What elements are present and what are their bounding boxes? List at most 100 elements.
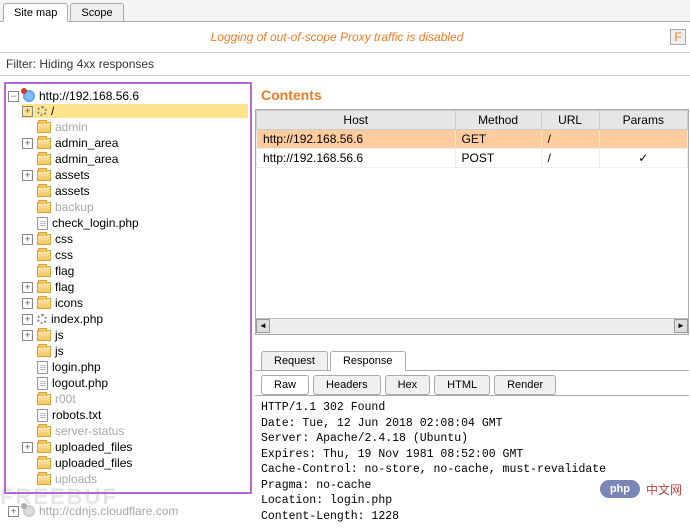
tree-item-robots[interactable]: robots.txt	[22, 408, 248, 422]
col-params[interactable]: Params	[599, 111, 687, 130]
tree-item-index[interactable]: + index.php	[22, 312, 248, 326]
folder-icon	[37, 330, 51, 341]
col-host[interactable]: Host	[257, 111, 456, 130]
tree-label: flag	[55, 280, 74, 294]
table-row[interactable]: http://192.168.56.6 POST / ✓	[257, 149, 688, 168]
tree-label: css	[55, 232, 73, 246]
folder-icon	[37, 474, 51, 485]
expand-handle-icon[interactable]: +	[22, 314, 33, 325]
contents-table[interactable]: Host Method URL Params http://192.168.56…	[256, 110, 688, 168]
tree-item-uploads[interactable]: uploads	[22, 472, 248, 486]
tree-item-flag[interactable]: flag	[22, 264, 248, 278]
contents-table-wrap: Host Method URL Params http://192.168.56…	[255, 109, 689, 335]
tab-raw[interactable]: Raw	[261, 375, 309, 395]
folder-icon	[37, 282, 51, 293]
tree-item-logout[interactable]: logout.php	[22, 376, 248, 390]
tree-item-r00t[interactable]: r00t	[22, 392, 248, 406]
tab-request[interactable]: Request	[261, 351, 328, 370]
tree-item-admin-area2[interactable]: admin_area	[22, 152, 248, 166]
tree-label: uploads	[55, 472, 97, 486]
expand-handle-icon[interactable]: +	[8, 506, 19, 517]
expand-handle-icon[interactable]: +	[22, 170, 33, 181]
proxy-message-text: Logging of out-of-scope Proxy traffic is…	[211, 30, 464, 44]
php-badge: php 中文网	[600, 480, 682, 498]
tab-sitemap[interactable]: Site map	[3, 3, 68, 22]
tree-item-icons[interactable]: +icons	[22, 296, 248, 310]
tree-item-js2[interactable]: js	[22, 344, 248, 358]
tab-hex[interactable]: Hex	[385, 375, 431, 395]
response-text[interactable]: HTTP/1.1 302 Found Date: Tue, 12 Jun 201…	[255, 396, 689, 528]
globe-icon	[23, 90, 35, 102]
folder-icon	[37, 266, 51, 277]
message-bar: Logging of out-of-scope Proxy traffic is…	[0, 22, 690, 53]
tree-item-assets2[interactable]: assets	[22, 184, 248, 198]
tree-item-uploaded-files[interactable]: +uploaded_files	[22, 440, 248, 454]
tree-label: css	[55, 248, 73, 262]
tree-item-js[interactable]: + js	[22, 328, 248, 342]
folder-icon	[37, 346, 51, 357]
folder-icon	[37, 426, 51, 437]
filter-bar[interactable]: Filter: Hiding 4xx responses	[0, 53, 690, 76]
tab-response[interactable]: Response	[330, 351, 406, 371]
expand-handle-icon[interactable]: +	[22, 234, 33, 245]
tree-item-css2[interactable]: css	[22, 248, 248, 262]
folder-icon	[37, 122, 51, 133]
tree-item-uploaded-files2[interactable]: uploaded_files	[22, 456, 248, 470]
folder-icon	[37, 138, 51, 149]
horizontal-scrollbar[interactable]: ◄ ►	[256, 318, 688, 334]
contents-header: Contents	[255, 84, 689, 109]
tab-scope[interactable]: Scope	[70, 3, 123, 21]
tree-item-css[interactable]: + css	[22, 232, 248, 246]
folder-icon	[37, 458, 51, 469]
gear-icon	[37, 106, 47, 116]
cell-method: GET	[455, 130, 541, 149]
tree-item-root-path[interactable]: +/	[22, 104, 248, 118]
site-tree[interactable]: − http://192.168.56.6 +/ admin +admin_ar…	[8, 88, 248, 488]
tree-label: /	[51, 104, 54, 118]
tree-item-login[interactable]: login.php	[22, 360, 248, 374]
gear-icon	[37, 314, 47, 324]
expand-handle-icon[interactable]: +	[22, 298, 33, 309]
detail-tabs: Request Response	[255, 351, 689, 371]
collapse-handle-icon[interactable]: −	[8, 91, 19, 102]
tree-item-server-status[interactable]: server-status	[22, 424, 248, 438]
cell-host: http://192.168.56.6	[257, 130, 456, 149]
tree-item-admin[interactable]: admin	[22, 120, 248, 134]
cell-method: POST	[455, 149, 541, 168]
tree-label: check_login.php	[52, 216, 139, 230]
expand-handle-icon[interactable]: +	[22, 330, 33, 341]
tree-root-host[interactable]: − http://192.168.56.6	[8, 89, 248, 103]
globe-icon	[23, 505, 35, 517]
site-tree-pane: − http://192.168.56.6 +/ admin +admin_ar…	[4, 82, 252, 494]
tree-label: index.php	[51, 312, 103, 326]
expand-handle-icon[interactable]: +	[22, 106, 33, 117]
tree-item-backup[interactable]: backup	[22, 200, 248, 214]
cell-host: http://192.168.56.6	[257, 149, 456, 168]
scroll-left-icon[interactable]: ◄	[256, 319, 270, 333]
file-icon	[37, 217, 48, 230]
tab-render[interactable]: Render	[494, 375, 556, 395]
tree-label: assets	[55, 184, 90, 198]
tree-item-check-login[interactable]: check_login.php	[22, 216, 248, 230]
scroll-right-icon[interactable]: ►	[674, 319, 688, 333]
reenable-button[interactable]: F	[670, 29, 686, 45]
col-method[interactable]: Method	[455, 111, 541, 130]
file-icon	[37, 361, 48, 374]
tree-item-admin-area[interactable]: +admin_area	[22, 136, 248, 150]
tab-html[interactable]: HTML	[434, 375, 490, 395]
tree-outside-host[interactable]: + http://cdnjs.cloudflare.com	[8, 504, 178, 518]
folder-icon	[37, 442, 51, 453]
tree-label: logout.php	[52, 376, 108, 390]
expand-handle-icon[interactable]: +	[22, 138, 33, 149]
tree-item-assets[interactable]: +assets	[22, 168, 248, 182]
tree-label: backup	[55, 200, 94, 214]
col-url[interactable]: URL	[541, 111, 599, 130]
tree-item-flag2[interactable]: + flag	[22, 280, 248, 294]
tree-label: robots.txt	[52, 408, 101, 422]
tree-label: js	[55, 328, 64, 342]
table-row[interactable]: http://192.168.56.6 GET /	[257, 130, 688, 149]
tab-headers[interactable]: Headers	[313, 375, 381, 395]
right-pane: Contents Host Method URL Params http://1…	[255, 84, 689, 528]
expand-handle-icon[interactable]: +	[22, 442, 33, 453]
expand-handle-icon[interactable]: +	[22, 282, 33, 293]
